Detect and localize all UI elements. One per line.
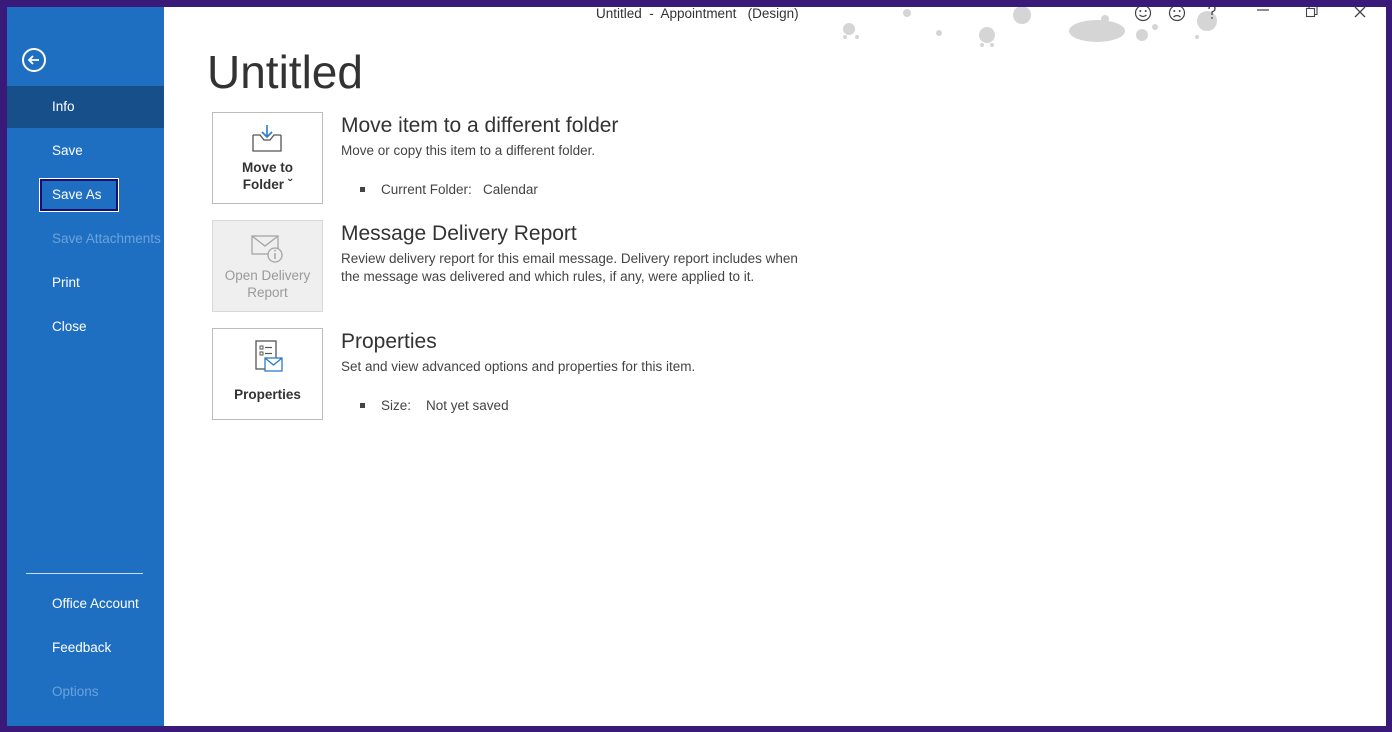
properties-button[interactable]: Properties [212, 328, 323, 420]
nav-item-options: Options [52, 684, 99, 699]
arrow-left-icon [27, 55, 39, 65]
move-item-heading: Move item to a different folder [341, 114, 619, 137]
minimize-icon[interactable] [1256, 7, 1270, 17]
current-folder-text: Current Folder: Calendar [381, 182, 538, 197]
nav-item-close[interactable]: Close [7, 306, 164, 348]
nav-item-save-as-label: Save As [39, 178, 119, 212]
move-to-folder-label-line2: Folder ˇ [242, 177, 293, 192]
title-bar: Untitled - Appointment (Design) [164, 7, 1386, 33]
window-title: Untitled - Appointment (Design) [596, 7, 799, 21]
backstage-window: Info Save Save As Save Attachments Print… [7, 7, 1386, 726]
sidebar-divider [26, 573, 143, 574]
bullet-icon [360, 403, 366, 408]
smile-icon[interactable] [1134, 7, 1152, 22]
nav-item-feedback[interactable]: Feedback [7, 627, 164, 669]
properties-heading: Properties [341, 330, 437, 353]
move-to-folder-button[interactable]: Move to Folder ˇ [212, 112, 323, 204]
delivery-report-heading: Message Delivery Report [341, 222, 577, 245]
properties-label-line1: Properties [234, 387, 301, 402]
frown-icon[interactable] [1168, 7, 1186, 22]
open-delivery-report-label-line1: Open Delivery [224, 268, 311, 283]
bullet-icon [360, 187, 366, 192]
properties-icon [255, 340, 283, 372]
properties-description: Set and view advanced options and proper… [341, 359, 696, 374]
current-folder-info: Current Folder: Calendar [345, 164, 538, 215]
move-to-folder-label-line1: Move to [241, 160, 293, 175]
delivery-report-description: Review delivery report for this email me… [341, 251, 798, 284]
properties-label: Properties [213, 386, 322, 403]
backstage-sidebar: Info Save Save As Save Attachments Print… [7, 7, 164, 726]
open-delivery-report-label: Open Delivery Report [213, 267, 322, 301]
size-text: Size: Not yet saved [381, 398, 509, 413]
move-to-folder-label: Move to Folder ˇ [213, 159, 322, 193]
size-info: Size: Not yet saved [345, 380, 509, 431]
move-folder-icon [252, 125, 282, 152]
delivery-report-icon [251, 235, 283, 263]
open-delivery-report-button: Open Delivery Report [212, 220, 323, 312]
restore-icon[interactable] [1305, 7, 1319, 19]
close-icon[interactable] [1353, 7, 1367, 19]
open-delivery-report-label-line2: Report [247, 285, 288, 300]
help-icon[interactable] [1206, 7, 1218, 22]
nav-item-save-attachments: Save Attachments [52, 231, 161, 246]
nav-item-print[interactable]: Print [7, 262, 164, 304]
page-title: Untitled [207, 46, 363, 98]
nav-item-office-account[interactable]: Office Account [7, 583, 164, 625]
back-button[interactable] [22, 48, 46, 72]
nav-item-info[interactable]: Info [7, 86, 164, 128]
nav-item-save-as[interactable]: Save As [7, 174, 164, 216]
move-item-description: Move or copy this item to a different fo… [341, 143, 596, 158]
nav-item-save[interactable]: Save [7, 130, 164, 172]
